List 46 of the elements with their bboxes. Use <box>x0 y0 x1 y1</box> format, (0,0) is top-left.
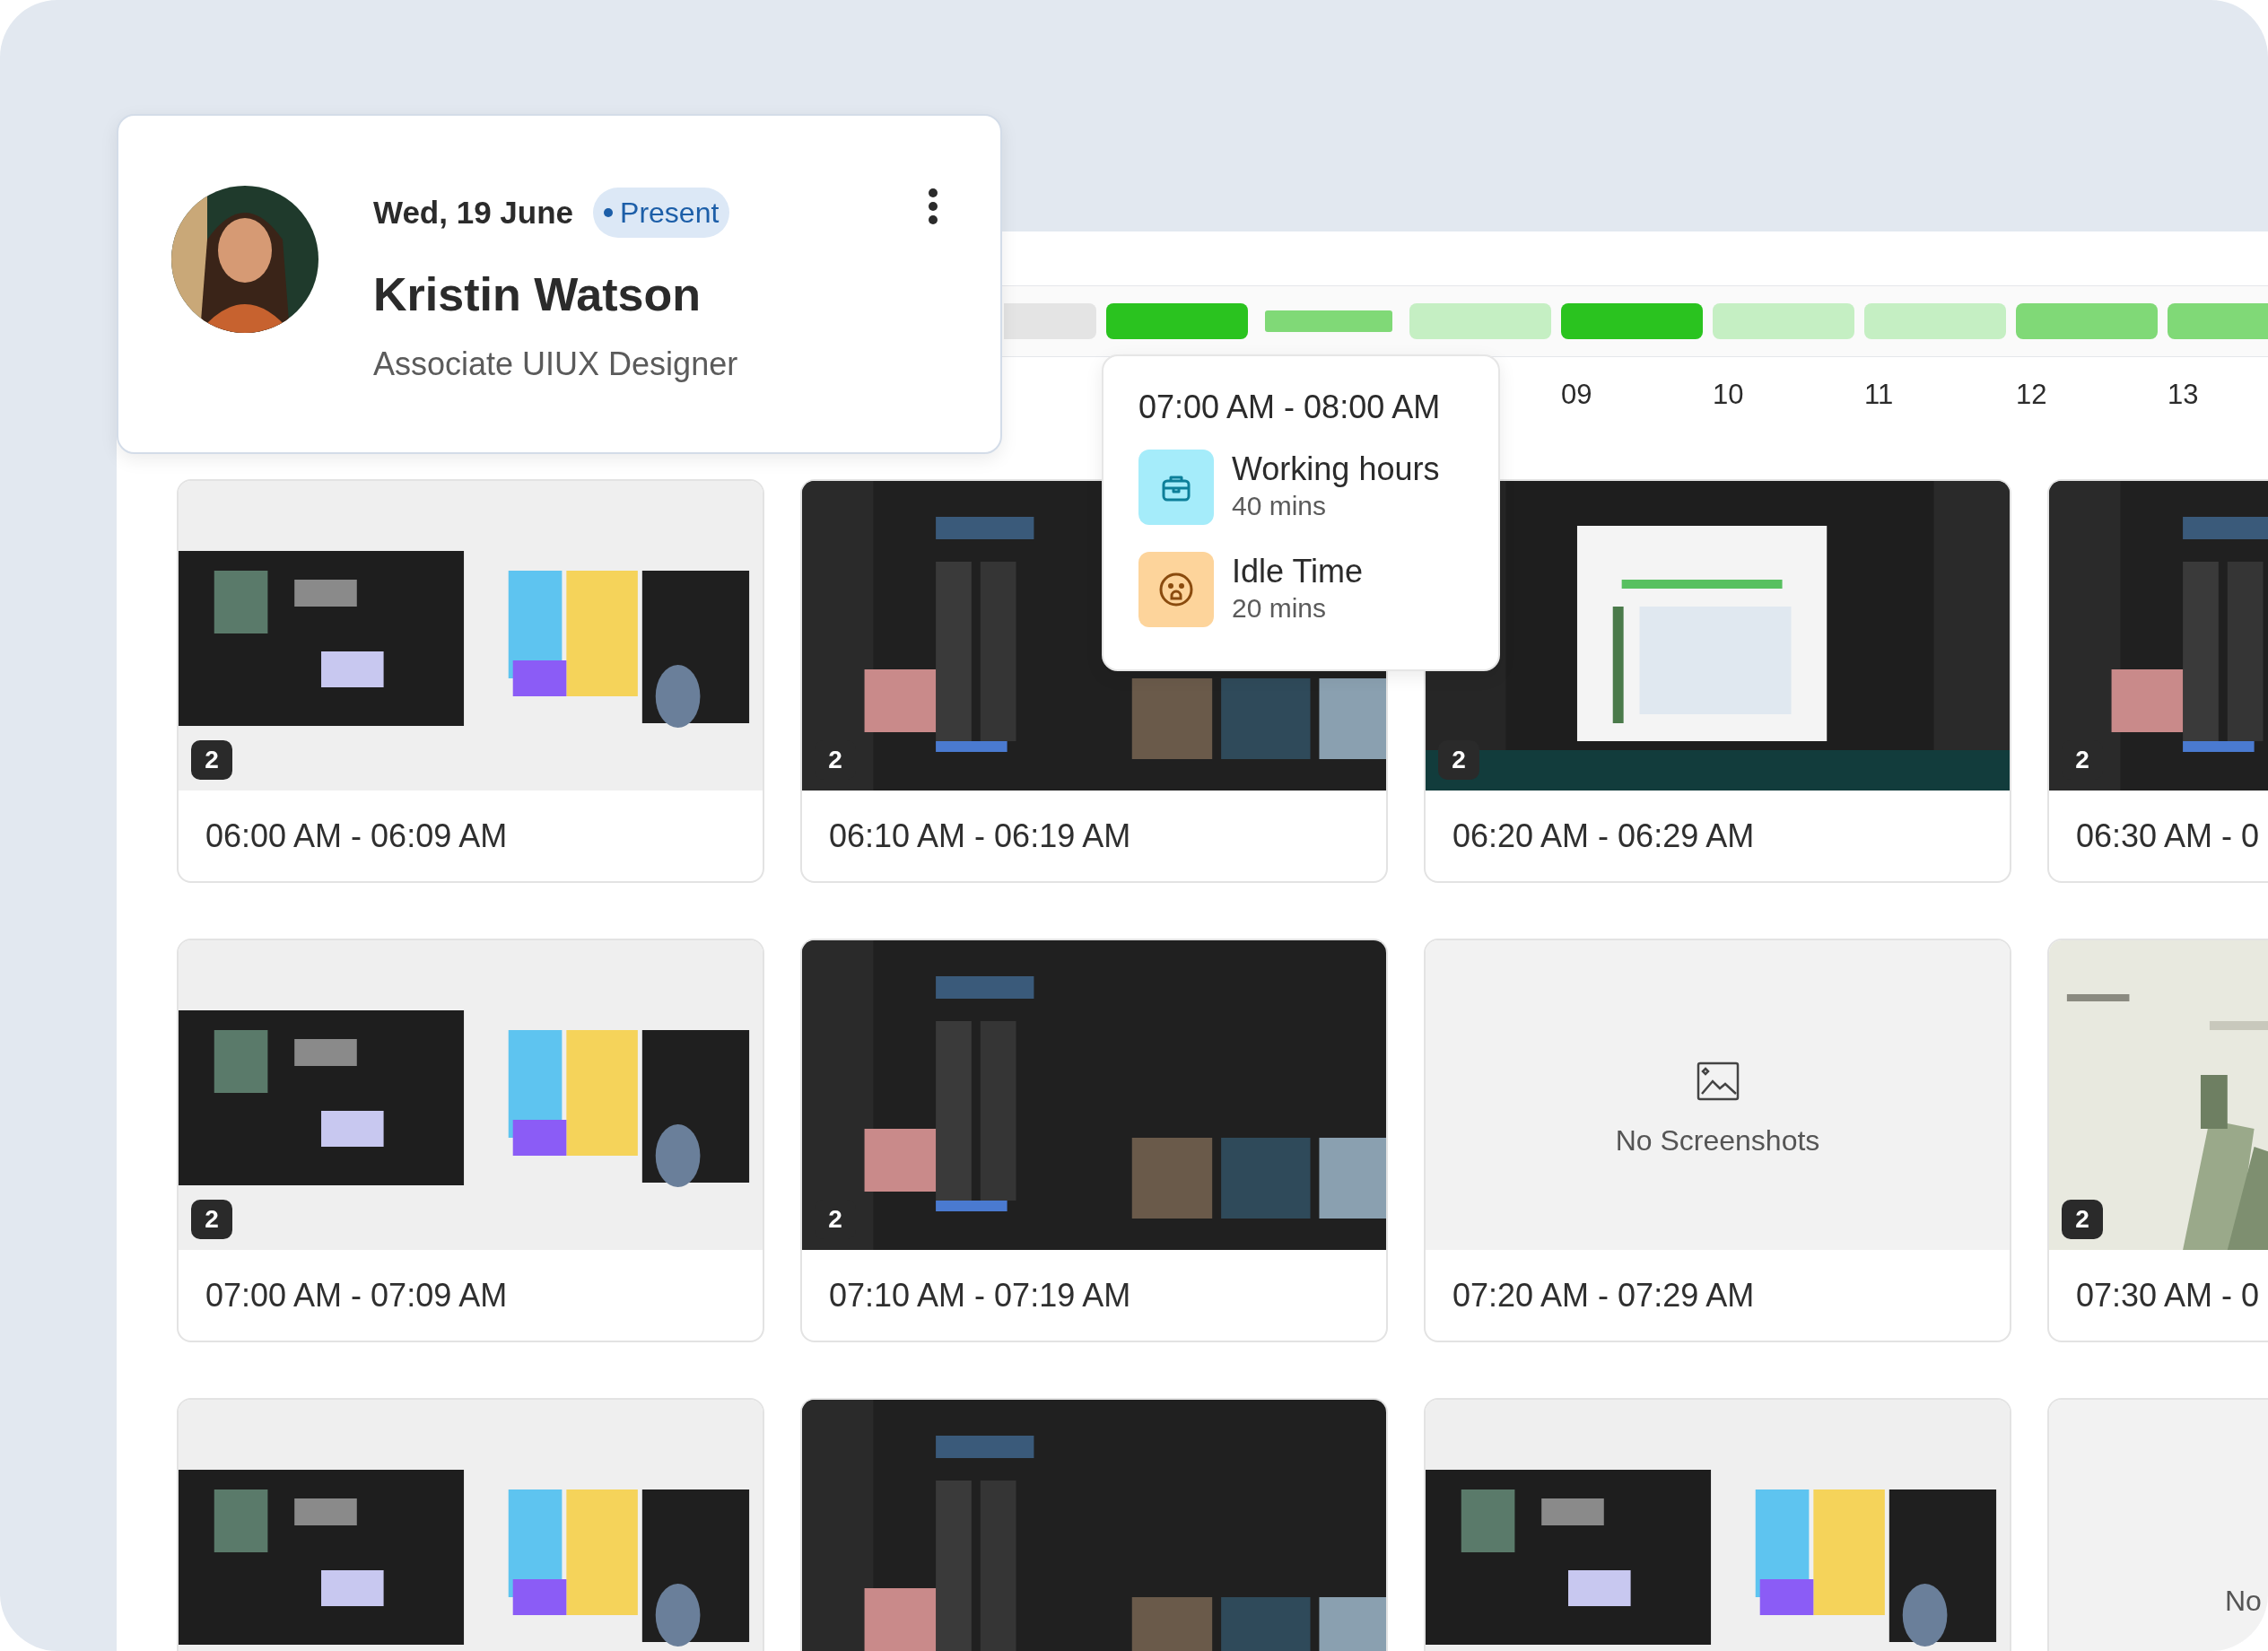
empty-message: No Screenshots <box>1615 1123 1820 1158</box>
hour-label: 10 <box>1713 379 1744 410</box>
count-badge: 2 <box>2062 1200 2103 1239</box>
activity-bar[interactable] <box>1561 303 1703 339</box>
more-options-icon[interactable] <box>928 188 938 224</box>
duration-text: 40 mins <box>1232 490 1328 522</box>
activity-bar[interactable] <box>1106 303 1248 339</box>
screenshot-card[interactable]: No Screenshots 07:20 AM - 07:29 AM <box>1424 939 2011 1342</box>
activity-bar[interactable] <box>2168 303 2268 339</box>
legend-label: Idle Time <box>1232 552 1364 591</box>
count-badge: 2 <box>191 740 232 780</box>
time-range: 06:10 AM - 06:19 AM <box>829 816 1131 856</box>
activity-bar[interactable] <box>1864 303 2006 339</box>
time-range: 07:30 AM - 0 <box>2076 1275 2260 1315</box>
time-range: 06:20 AM - 06:29 AM <box>1452 816 1755 856</box>
time-range: 07:10 AM - 07:19 AM <box>829 1275 1131 1315</box>
screenshot-card[interactable]: 2 07:00 AM - 07:09 AM <box>177 939 764 1342</box>
hour-label: 09 <box>1561 379 1592 410</box>
image-icon <box>1696 1061 1740 1101</box>
activity-bar[interactable] <box>1265 310 1392 332</box>
status-badge: Present <box>593 188 730 238</box>
screenshot-card[interactable]: 2 07:30 AM - 0 <box>2047 939 2268 1342</box>
time-range: 07:00 AM - 07:09 AM <box>205 1275 508 1315</box>
activity-bar[interactable] <box>2016 303 2158 339</box>
job-title: Associate UIUX Designer <box>373 345 738 384</box>
hour-label: 12 <box>2016 379 2047 410</box>
tooltip-title: 07:00 AM - 08:00 AM <box>1138 388 1442 427</box>
activity-bar[interactable] <box>1409 303 1551 339</box>
screenshot-card[interactable]: 2 06:00 AM - 06:09 AM <box>177 479 764 883</box>
empty-message: No <box>2225 1584 2262 1619</box>
screenshot-card[interactable]: 2 06:20 AM - 06:29 AM <box>1424 479 2011 883</box>
screenshot-card[interactable]: 2 07:10 AM - 07:19 AM <box>800 939 1388 1342</box>
time-range: 07:20 AM - 07:29 AM <box>1452 1275 1755 1315</box>
count-badge: 2 <box>1438 740 1479 780</box>
hour-label: 11 <box>1864 379 1894 410</box>
employee-name: Kristin Watson <box>373 267 702 322</box>
activity-bar[interactable] <box>1713 303 1854 339</box>
screenshot-card[interactable]: No <box>2047 1398 2268 1651</box>
time-range: 06:30 AM - 0 <box>2076 816 2260 856</box>
hour-label: 13 <box>2168 379 2199 410</box>
screenshot-card[interactable]: 2 06:30 AM - 0 <box>2047 479 2268 883</box>
count-badge: 2 <box>191 1200 232 1239</box>
date-text: Wed, 19 June <box>373 193 574 231</box>
duration-text: 20 mins <box>1232 592 1328 625</box>
activity-bar[interactable] <box>1004 303 1096 339</box>
time-range: 06:00 AM - 06:09 AM <box>205 816 508 856</box>
